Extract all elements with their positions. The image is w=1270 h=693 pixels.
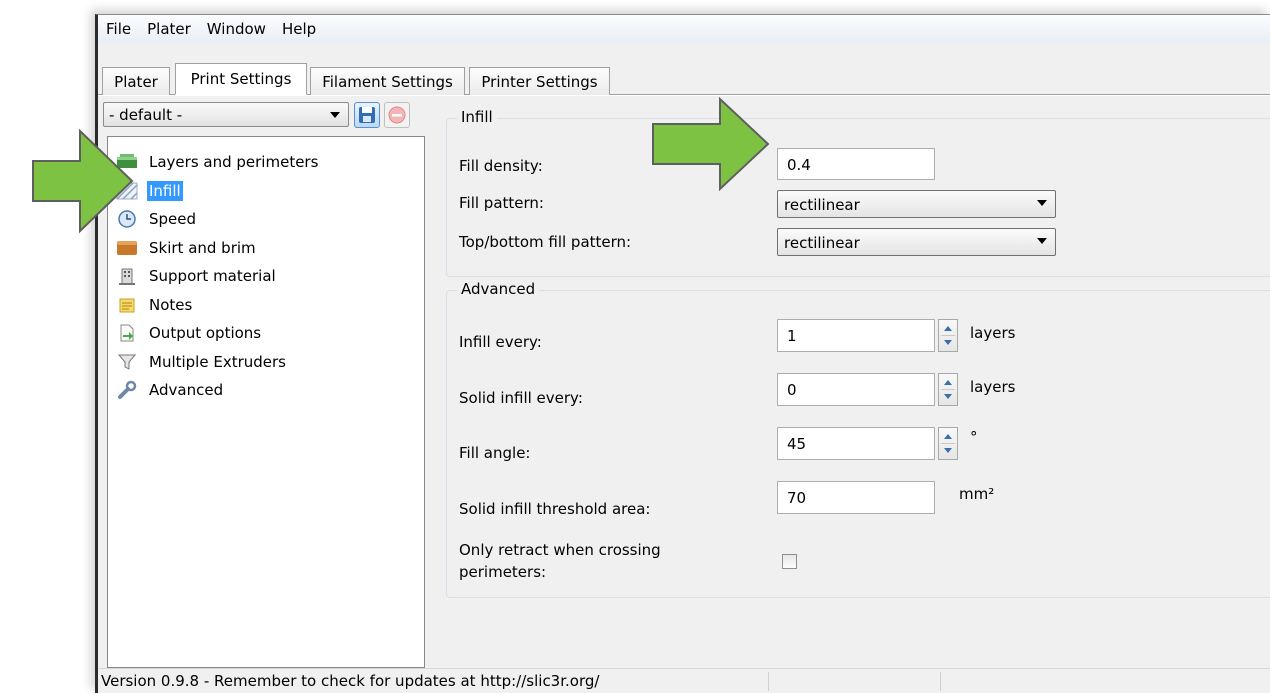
fill-pattern-label: Fill pattern: [459,194,544,212]
menu-bar: File Plater Window Help [98,15,1270,43]
fill-density-input[interactable]: 0.4 [777,148,935,180]
infill-group-title: Infill [457,108,497,126]
solid-infill-every-label: Solid infill every: [459,389,583,407]
chevron-down-icon [330,112,340,118]
top-bottom-pattern-label: Top/bottom fill pattern: [459,233,632,251]
status-bar: Version 0.9.8 - Remember to check for up… [98,668,1270,693]
sidebar-item-label: Infill [147,180,183,201]
tab-print-settings[interactable]: Print Settings [175,63,307,95]
box-icon [116,239,138,257]
infill-every-unit: layers [970,324,1016,342]
solid-threshold-label: Solid infill threshold area: [459,500,651,518]
floppy-disk-icon [359,107,375,123]
sidebar-item-speed[interactable]: Speed [108,205,424,234]
menu-file[interactable]: File [106,20,131,38]
fill-angle-input[interactable]: 45 [777,427,935,460]
status-separator [940,672,941,691]
sidebar-item-advanced[interactable]: Advanced [108,376,424,405]
tab-plater[interactable]: Plater [102,67,170,95]
save-preset-button[interactable] [354,102,380,128]
top-bottom-pattern-value: rectilinear [784,234,860,252]
sidebar-item-notes[interactable]: Notes [108,291,424,320]
sidebar-item-label: Skirt and brim [149,238,256,257]
fill-angle-label: Fill angle: [459,444,531,462]
solid-threshold-input[interactable]: 70 [777,481,935,514]
status-separator [768,672,769,691]
infill-group: Infill Fill density: 0.4 Fill pattern: r… [446,108,1270,277]
sidebar-item-label: Output options [149,324,262,343]
sidebar-item-infill[interactable]: Infill [108,177,424,206]
fill-angle-spinner[interactable] [938,427,958,460]
tab-printer-settings[interactable]: Printer Settings [469,67,610,95]
sidebar-item-skirt[interactable]: Skirt and brim [108,234,424,263]
advanced-group-title: Advanced [457,280,540,298]
settings-page-list[interactable]: Layers and perimeters Infill Speed Skirt… [107,136,425,668]
arrow-icon [652,96,770,192]
delete-preset-button[interactable] [384,102,410,128]
sidebar-item-output[interactable]: Output options [108,319,424,348]
solid-infill-every-unit: layers [970,378,1016,396]
fill-angle-unit: ° [970,428,978,446]
building-icon [116,267,138,286]
solid-infill-every-input[interactable]: 0 [777,373,935,406]
menu-help[interactable]: Help [282,20,316,38]
menu-window[interactable]: Window [207,20,266,38]
sidebar-item-extruders[interactable]: Multiple Extruders [108,348,424,377]
arrow-icon [32,128,134,234]
menu-plater[interactable]: Plater [147,20,191,38]
tab-bar: Plater Print Settings Filament Settings … [98,43,1270,95]
funnel-icon [116,353,138,371]
sidebar-item-label: Speed [149,210,197,229]
export-icon [116,324,138,342]
only-retract-checkbox[interactable] [782,554,797,569]
sidebar-item-label: Support material [149,267,276,286]
solid-infill-every-spinner[interactable] [938,373,958,406]
only-retract-label-line1: Only retract when crossing [459,541,661,559]
advanced-group: Advanced Infill every: 1 layers Solid in… [446,280,1270,598]
note-icon [116,296,138,314]
preset-value: - default - [109,105,183,124]
sidebar-item-support[interactable]: Support material [108,262,424,291]
fill-pattern-select[interactable]: rectilinear [777,190,1056,218]
solid-threshold-unit: mm² [959,485,995,503]
tab-filament-settings[interactable]: Filament Settings [310,67,465,95]
sidebar-item-label: Layers and perimeters [149,153,319,172]
infill-every-spinner[interactable] [938,319,958,352]
preset-select[interactable]: - default - [103,102,349,127]
wrench-icon [116,381,138,400]
sidebar-item-label: Advanced [149,381,224,400]
chevron-down-icon [1037,238,1047,244]
infill-every-input[interactable]: 1 [777,319,935,352]
top-bottom-pattern-select[interactable]: rectilinear [777,228,1056,256]
sidebar-item-label: Notes [149,295,193,314]
chevron-down-icon [1037,200,1047,206]
fill-pattern-value: rectilinear [784,196,860,214]
infill-every-label: Infill every: [459,333,542,351]
delete-icon [388,106,406,124]
sidebar-item-label: Multiple Extruders [149,352,286,371]
sidebar-item-layers[interactable]: Layers and perimeters [108,148,424,177]
only-retract-label-line2: perimeters: [459,563,547,581]
fill-density-label: Fill density: [459,157,543,175]
status-text: Version 0.9.8 - Remember to check for up… [101,672,600,690]
